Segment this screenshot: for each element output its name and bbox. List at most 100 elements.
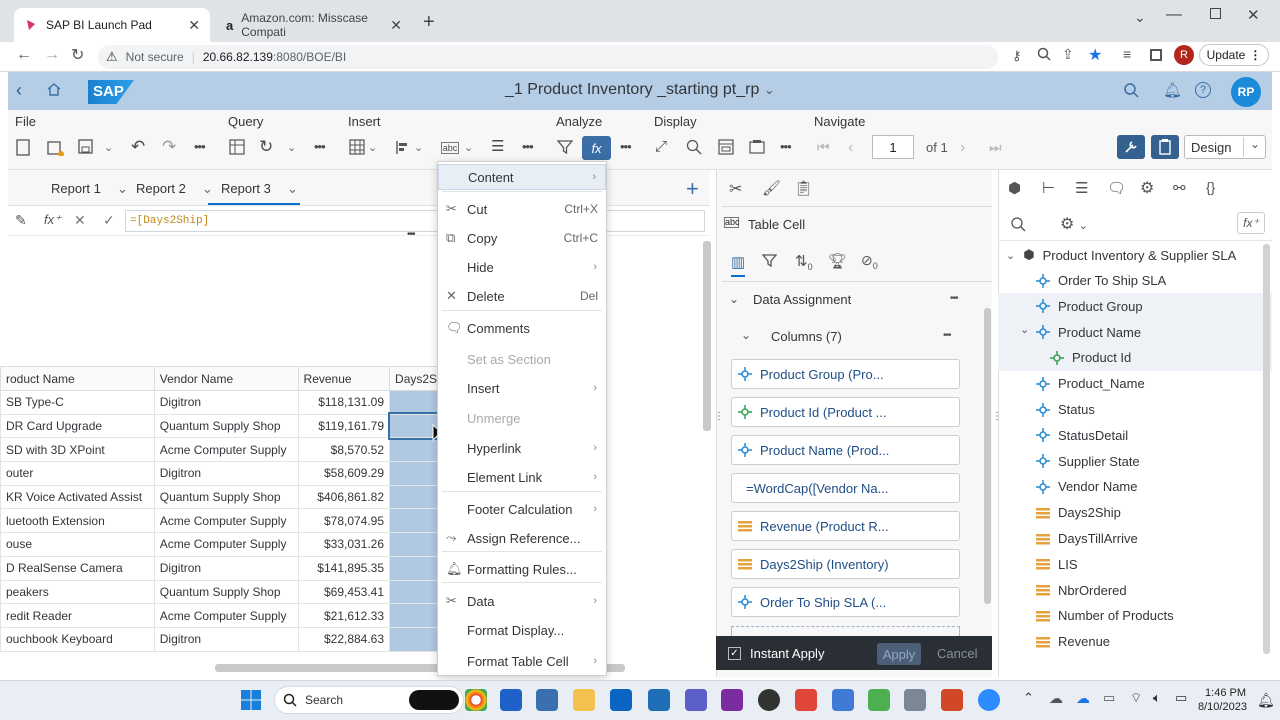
vertical-scrollbar[interactable] (703, 241, 711, 431)
outlook-icon[interactable] (610, 689, 632, 711)
cell-revenue[interactable]: $22,884.63 (297, 626, 391, 652)
cell-days2ship[interactable] (389, 603, 440, 628)
last-page-icon[interactable]: ⏭ (989, 139, 1007, 157)
chevron-down-icon[interactable]: ⌄ (741, 328, 751, 342)
cell-days2ship[interactable] (389, 532, 440, 557)
side-panel-button[interactable] (1151, 135, 1179, 159)
assigned-object[interactable]: Product Group (Pro... (731, 359, 960, 389)
reload-icon[interactable]: ↻ (71, 45, 84, 65)
assigned-object[interactable]: Days2Ship (Inventory) (731, 549, 960, 579)
apply-button[interactable]: Apply (877, 643, 921, 665)
tree-item[interactable]: Vendor Name (1036, 479, 1138, 494)
tree-item[interactable]: Number of Products (1036, 608, 1174, 623)
cell-vendor-name[interactable]: Quantum Supply Shop (153, 413, 299, 439)
cell-product-name[interactable]: ouse (0, 532, 155, 557)
cell-product-name[interactable]: luetooth Extension (0, 508, 155, 534)
cell-vendor-name[interactable]: Acme Computer Supply (153, 508, 299, 534)
close-window-icon[interactable]: ✕ (1247, 6, 1260, 24)
more-icon[interactable]: ••• (943, 330, 951, 341)
insert-table-icon[interactable] (349, 139, 367, 157)
chevron-down-icon[interactable]: ⌄ (414, 141, 432, 159)
previous-page-icon[interactable]: ‹ (848, 139, 866, 157)
redo-icon[interactable]: ↷ (162, 138, 180, 157)
table-row[interactable]: peakers Quantum Supply Shop $69,453.41 (0, 579, 440, 605)
cell-revenue[interactable]: $406,861.82 (297, 484, 391, 510)
assigned-object[interactable]: Product Id (Product ... (731, 397, 960, 427)
panel-resize-handle[interactable]: ⋮ (992, 412, 1002, 422)
cell-revenue[interactable]: $141,895.35 (297, 555, 391, 581)
back-arrow-icon[interactable]: ← (16, 46, 32, 64)
chevron-down-icon[interactable]: ⌄ (1020, 323, 1029, 336)
cell-product-name[interactable]: SB Type-C (0, 390, 155, 415)
chevron-down-icon[interactable]: ⌄ (287, 141, 305, 159)
zoom-app-icon[interactable] (978, 689, 1000, 711)
tab-report-1[interactable]: Report 1 (51, 181, 101, 196)
settings-icon[interactable]: ⚙ ⌄ (1060, 214, 1088, 234)
user-avatar[interactable]: RP (1231, 77, 1261, 107)
profile-avatar[interactable]: R (1174, 45, 1194, 65)
tree-item[interactable]: Order To Ship SLA (1036, 273, 1166, 288)
wifi-icon[interactable]: ⌔ (1130, 690, 1142, 706)
data-assignment-icon[interactable]: ▥ (731, 253, 746, 277)
column-header[interactable]: Vendor Name (153, 366, 299, 391)
ranking-icon[interactable]: 🏆︎ (828, 252, 847, 270)
cell-days2ship[interactable] (389, 484, 440, 510)
menu-item-element-link[interactable]: Element Link › (438, 464, 606, 490)
cell-vendor-name[interactable]: Digitron (153, 461, 299, 486)
hierarchy-icon[interactable]: ⊢ (1042, 179, 1055, 197)
search-icon[interactable] (1124, 83, 1139, 98)
table-row[interactable]: SB Type-C Digitron $118,131.09 (0, 390, 440, 415)
battery-icon[interactable]: ▭ (1175, 690, 1187, 706)
new-document-icon[interactable] (16, 139, 34, 157)
cloud-icon[interactable]: ☁ (1049, 690, 1063, 707)
chevron-down-icon[interactable]: ⌄ (287, 181, 298, 197)
undo-icon[interactable]: ↶ (131, 138, 149, 157)
table-row[interactable]: ouse Acme Computer Supply $33,031.26 (0, 532, 440, 557)
panel-resize-handle[interactable]: ⋮ (714, 412, 724, 422)
menu-item-formatting-rules[interactable]: 🔔︎ Formatting Rules... (438, 556, 606, 582)
formula-input[interactable]: =[Days2Ship] (125, 210, 705, 232)
cell-product-name[interactable]: redit Reader (0, 603, 155, 628)
update-button[interactable]: Update ⋮ (1199, 44, 1269, 66)
more-icon[interactable]: ••• (780, 139, 798, 157)
system-clock[interactable]: 1:46 PM 8/10/2023 (1198, 686, 1247, 714)
reading-list-icon[interactable]: ≡ (1123, 46, 1131, 62)
document-title[interactable]: _1 Product Inventory _starting pt_rp ⌄ (505, 81, 775, 99)
tree-item[interactable]: StatusDetail (1036, 428, 1128, 443)
app-icon[interactable] (536, 689, 558, 711)
tree-item[interactable]: Status (1036, 402, 1095, 417)
chevron-up-icon[interactable]: ⌃ (1023, 690, 1034, 706)
browser-tab-amazon[interactable]: a Amazon.com: Misscase Compati ✕ (216, 8, 412, 42)
cell-revenue[interactable]: $33,031.26 (297, 532, 391, 557)
tree-item[interactable]: DaysTillArrive (1036, 531, 1138, 546)
chevron-down-icon[interactable]: ⌄ (117, 181, 128, 197)
table-row[interactable]: luetooth Extension Acme Computer Supply $7… (0, 508, 440, 534)
column-header[interactable]: roduct Name (0, 366, 155, 391)
cell-vendor-name[interactable]: Acme Computer Supply (153, 437, 299, 463)
menu-item-assign-reference[interactable]: ⤳ Assign Reference... (438, 525, 606, 551)
outlook-app-icon[interactable] (648, 689, 670, 711)
table-row[interactable]: ouchbook Keyboard Digitron $22,884.63 (0, 626, 440, 652)
more-icon[interactable]: ••• (194, 139, 212, 157)
chart-app-icon[interactable] (500, 689, 522, 711)
assigned-object[interactable]: Order To Ship SLA (... (731, 587, 960, 617)
taskbar-search[interactable]: Search (274, 686, 464, 714)
chevron-down-icon[interactable]: ⌄ (202, 181, 213, 197)
app-icon[interactable] (832, 689, 854, 711)
cell-days2ship[interactable] (389, 508, 440, 534)
cell-revenue[interactable]: $21,612.33 (297, 603, 391, 628)
zoom-icon[interactable] (1037, 47, 1051, 61)
cell-product-name[interactable]: ouchbook Keyboard (0, 626, 155, 652)
menu-item-data[interactable]: ✂ Data › (438, 588, 606, 614)
close-tab-icon[interactable]: ✕ (188, 17, 200, 34)
menu-item-comments[interactable]: 🗨︎ Comments (438, 315, 606, 341)
cell-product-name[interactable]: peakers (0, 579, 155, 605)
cell-vendor-name[interactable]: Digitron (153, 390, 299, 415)
first-page-icon[interactable]: ⏮ (817, 139, 835, 157)
side-panel-icon[interactable] (1150, 49, 1162, 61)
columns-label[interactable]: Columns (7) (771, 329, 842, 344)
app-icon[interactable] (795, 689, 817, 711)
url-field[interactable]: ⚠ Not secure | 20.66.82.139:8080/BOE/BI (98, 45, 998, 69)
cell-revenue[interactable]: $8,570.52 (297, 437, 391, 463)
key-icon[interactable]: ⚷ (1012, 48, 1022, 64)
